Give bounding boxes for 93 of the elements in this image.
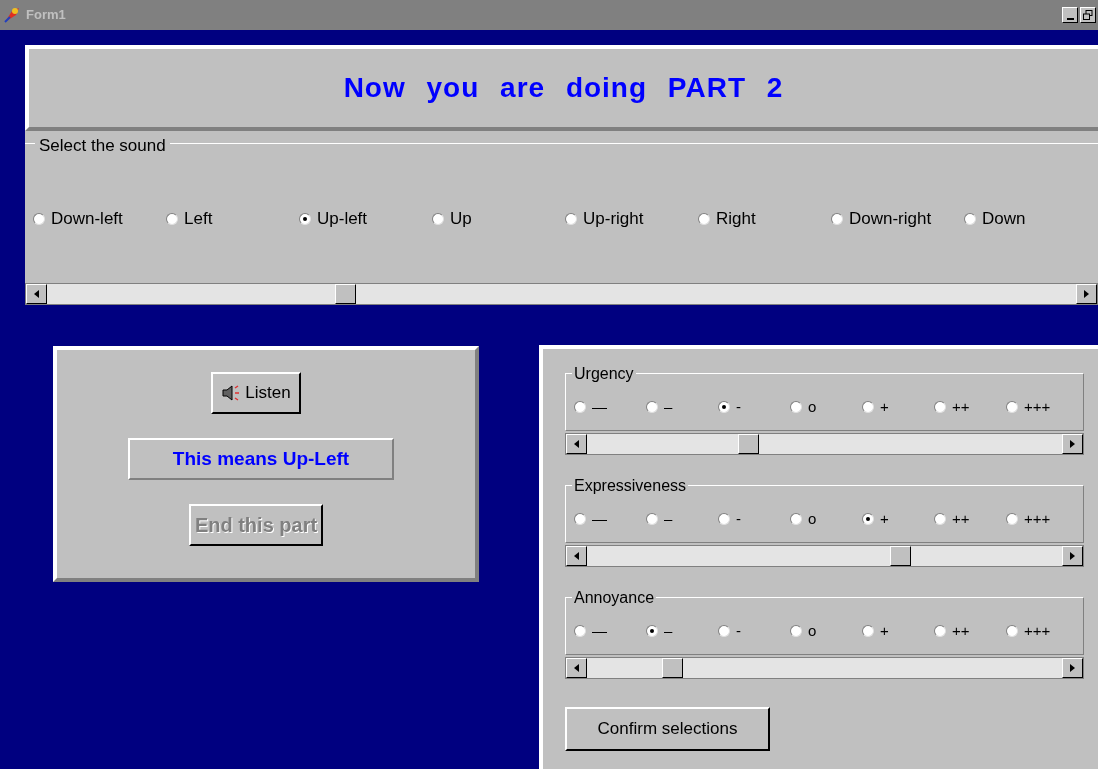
left-arrow-icon bbox=[574, 552, 579, 560]
radio-option[interactable]: + bbox=[862, 620, 934, 643]
radio-option[interactable]: — bbox=[574, 620, 646, 643]
minimize-icon bbox=[1066, 18, 1074, 20]
radio-button[interactable] bbox=[934, 625, 946, 638]
radio-button[interactable] bbox=[574, 401, 586, 414]
radio-button[interactable] bbox=[574, 625, 586, 638]
radio-option[interactable]: - bbox=[718, 620, 790, 643]
scroll-left-button[interactable] bbox=[566, 434, 587, 454]
radio-option[interactable]: ++ bbox=[934, 508, 1006, 531]
header-title: Now you are doing PART 2 bbox=[343, 71, 784, 105]
radio-button[interactable] bbox=[698, 212, 710, 225]
restore-icon bbox=[1083, 10, 1093, 20]
radio-option[interactable]: – bbox=[646, 396, 718, 419]
right-arrow-icon bbox=[1084, 290, 1089, 298]
radio-button[interactable] bbox=[565, 212, 577, 225]
left-arrow-icon bbox=[34, 290, 39, 298]
radio-option[interactable]: Up bbox=[432, 206, 565, 232]
radio-button[interactable] bbox=[934, 401, 946, 414]
radio-option[interactable]: o bbox=[790, 620, 862, 643]
radio-button[interactable] bbox=[1006, 401, 1018, 414]
radio-button[interactable] bbox=[166, 212, 178, 225]
radio-button[interactable] bbox=[831, 212, 843, 225]
radio-button[interactable] bbox=[646, 625, 658, 638]
radio-option[interactable]: Down-right bbox=[831, 206, 964, 232]
radio-button[interactable] bbox=[646, 513, 658, 526]
radio-option[interactable]: – bbox=[646, 620, 718, 643]
radio-option[interactable]: o bbox=[790, 508, 862, 531]
radio-button[interactable] bbox=[862, 513, 874, 526]
radio-button[interactable] bbox=[432, 212, 444, 225]
radio-option[interactable]: – bbox=[646, 508, 718, 531]
right-arrow-icon bbox=[1070, 664, 1075, 672]
confirm-button[interactable]: Confirm selections bbox=[565, 707, 770, 751]
meaning-button[interactable]: This means Up-Left bbox=[128, 438, 394, 480]
radio-button[interactable] bbox=[934, 513, 946, 526]
left-arrow-icon bbox=[574, 440, 579, 448]
scroll-right-button[interactable] bbox=[1076, 284, 1097, 304]
right-arrow-icon bbox=[1070, 552, 1075, 560]
radio-button[interactable] bbox=[862, 625, 874, 638]
radio-button[interactable] bbox=[718, 513, 730, 526]
radio-button[interactable] bbox=[790, 625, 802, 638]
slider-thumb[interactable] bbox=[738, 434, 759, 454]
radio-option[interactable]: +++ bbox=[1006, 620, 1078, 643]
radio-option[interactable]: Up-right bbox=[565, 206, 698, 232]
radio-option[interactable]: — bbox=[574, 396, 646, 419]
right-arrow-icon bbox=[1070, 440, 1075, 448]
radio-option[interactable]: — bbox=[574, 508, 646, 531]
restore-button[interactable] bbox=[1080, 7, 1096, 23]
radio-option[interactable]: Right bbox=[698, 206, 831, 232]
scroll-right-button[interactable] bbox=[1062, 658, 1083, 678]
scroll-left-button[interactable] bbox=[566, 546, 587, 566]
minimize-button[interactable] bbox=[1062, 7, 1078, 23]
slider-thumb[interactable] bbox=[662, 658, 683, 678]
slider[interactable] bbox=[565, 545, 1084, 567]
radio-option[interactable]: +++ bbox=[1006, 508, 1078, 531]
radio-option[interactable]: + bbox=[862, 396, 934, 419]
radio-button[interactable] bbox=[964, 212, 976, 225]
listen-button[interactable]: Listen bbox=[211, 372, 301, 414]
radio-option[interactable]: + bbox=[862, 508, 934, 531]
radio-button[interactable] bbox=[574, 513, 586, 526]
radio-option[interactable]: Down-left bbox=[33, 206, 166, 232]
radio-option[interactable]: o bbox=[790, 396, 862, 419]
radio-option[interactable]: ++ bbox=[934, 396, 1006, 419]
radio-button[interactable] bbox=[299, 212, 311, 225]
slider[interactable] bbox=[25, 283, 1098, 305]
app-icon bbox=[2, 5, 22, 25]
radio-button[interactable] bbox=[1006, 625, 1018, 638]
slider[interactable] bbox=[565, 657, 1084, 679]
radio-option[interactable]: ++ bbox=[934, 620, 1006, 643]
radio-option[interactable]: Up-left bbox=[299, 206, 432, 232]
speaker-icon bbox=[221, 384, 242, 402]
slider[interactable] bbox=[565, 433, 1084, 455]
window-title: Form1 bbox=[26, 6, 66, 25]
radio-option[interactable]: Left bbox=[166, 206, 299, 232]
radio-option[interactable]: +++ bbox=[1006, 396, 1078, 419]
radio-button[interactable] bbox=[718, 401, 730, 414]
radio-button[interactable] bbox=[646, 401, 658, 414]
left-arrow-icon bbox=[574, 664, 579, 672]
slider-thumb[interactable] bbox=[334, 284, 356, 304]
radio-button[interactable] bbox=[790, 401, 802, 414]
scroll-right-button[interactable] bbox=[1062, 434, 1083, 454]
scroll-right-button[interactable] bbox=[1062, 546, 1083, 566]
radio-button[interactable] bbox=[790, 513, 802, 526]
radio-button[interactable] bbox=[33, 212, 45, 225]
radio-option[interactable]: Down bbox=[964, 206, 1097, 232]
radio-button[interactable] bbox=[718, 625, 730, 638]
slider-thumb[interactable] bbox=[890, 546, 911, 566]
scroll-left-button[interactable] bbox=[566, 658, 587, 678]
radio-option[interactable]: - bbox=[718, 396, 790, 419]
radio-button[interactable] bbox=[862, 401, 874, 414]
radio-option[interactable]: - bbox=[718, 508, 790, 531]
scroll-left-button[interactable] bbox=[26, 284, 47, 304]
radio-button[interactable] bbox=[1006, 513, 1018, 526]
